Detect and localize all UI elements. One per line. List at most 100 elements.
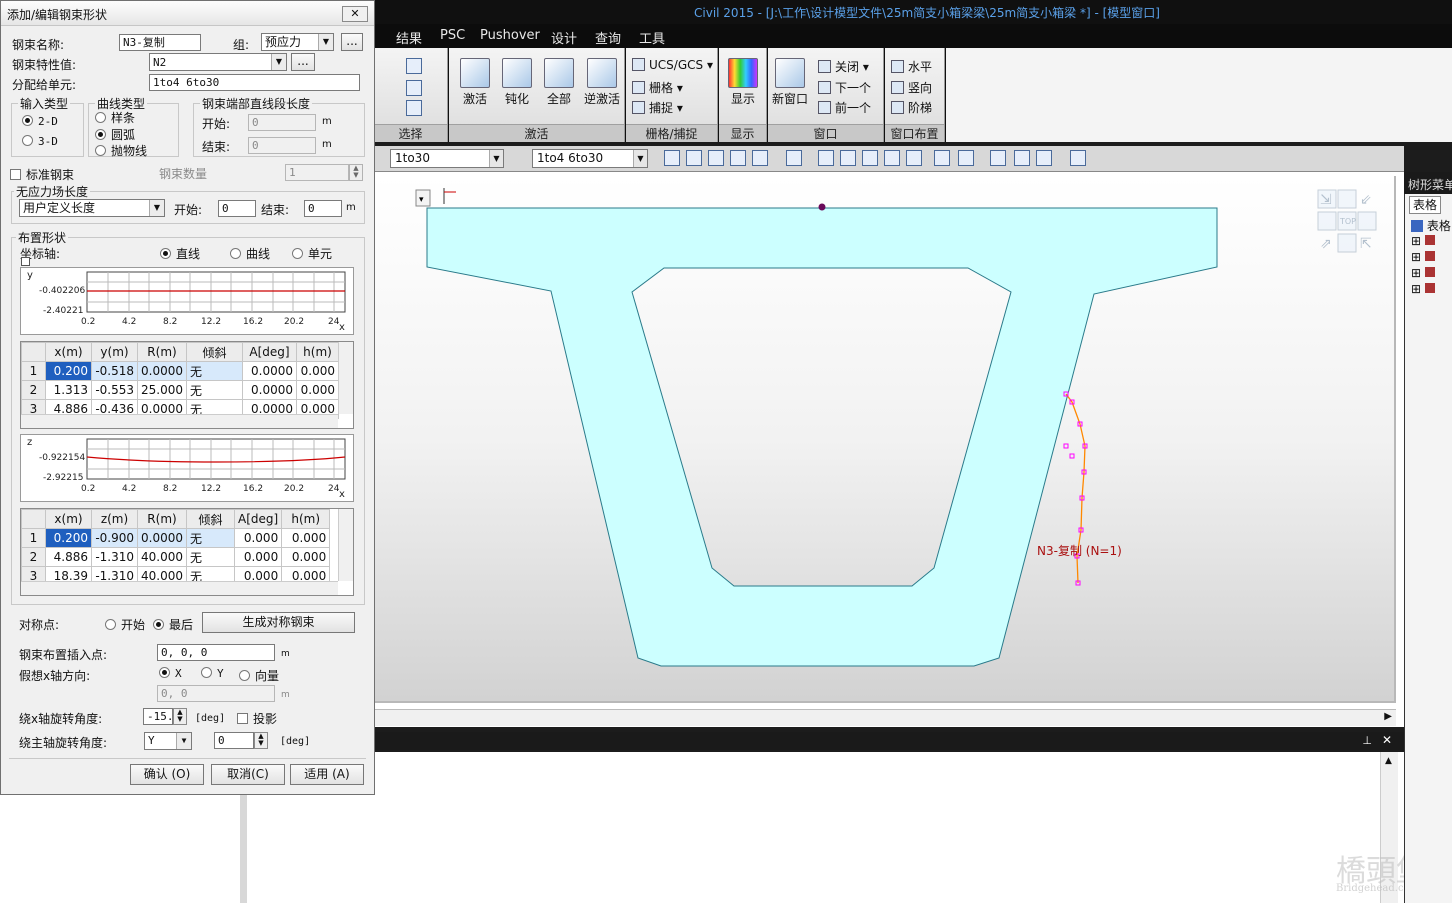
stress-free-start-input[interactable]: 0 xyxy=(218,200,256,217)
input-type-2d-radio[interactable]: 2-D xyxy=(22,115,58,128)
rot-x-input[interactable]: -15.9 xyxy=(143,708,173,725)
close-window-button[interactable]: 关闭 ▾ xyxy=(818,58,869,75)
generate-symmetric-button[interactable]: 生成对称钢束 xyxy=(202,612,355,633)
menu-pushover[interactable]: Pushover xyxy=(480,28,540,43)
dialog-title-bar[interactable]: 添加/编辑钢束形状 xyxy=(1,1,374,26)
rot-main-input[interactable]: 0 xyxy=(214,732,254,749)
table-row[interactable]: 1 0.200 -0.900 0.0000 无 0.000 0.000 xyxy=(21,528,331,548)
model-hscrollbar[interactable]: ▶ xyxy=(374,709,1396,726)
display-button[interactable]: 显示 xyxy=(723,58,763,107)
undo-icon[interactable] xyxy=(990,150,1006,166)
unlock-icon[interactable] xyxy=(1036,150,1052,166)
view-top-icon[interactable] xyxy=(862,150,878,166)
symmetry-start-radio[interactable]: 开始 xyxy=(105,616,145,633)
pin-icon[interactable]: ⊥ xyxy=(1362,734,1372,747)
dialog-close-button[interactable]: ✕ xyxy=(342,6,368,22)
cancel-button[interactable]: 取消(C) xyxy=(211,764,285,785)
zoom-window-icon[interactable] xyxy=(686,150,702,166)
tendon-count-spinner[interactable]: ▲ ▼ xyxy=(349,164,363,181)
table-row[interactable]: 1 0.200 -0.518 0.0000 无 0.0000 0.000 xyxy=(21,361,339,381)
axis-curve-radio[interactable]: 曲线 xyxy=(230,245,270,262)
activate-all-button[interactable]: 全部 xyxy=(539,58,579,107)
view-front-icon[interactable] xyxy=(818,150,834,166)
axis-element-radio[interactable]: 单元 xyxy=(292,245,332,262)
node-number-icon[interactable] xyxy=(934,150,950,166)
dynamic-view-icon[interactable] xyxy=(730,150,746,166)
redraw-icon[interactable] xyxy=(786,150,802,166)
rot-x-spinner[interactable]: ▲ ▼ xyxy=(173,708,187,725)
close-icon[interactable]: ✕ xyxy=(1382,733,1392,747)
z-table-vscrollbar[interactable] xyxy=(338,509,353,581)
view-cube[interactable]: TOP ⇲ ⇙ ⇗ ⇱ xyxy=(1317,189,1377,253)
axis-straight-radio[interactable]: 直线 xyxy=(160,245,200,262)
collapse-icon[interactable] xyxy=(21,257,30,266)
cascade-button[interactable]: 阶梯 xyxy=(891,99,932,116)
select-window-icon[interactable] xyxy=(406,80,422,96)
z-table-hscrollbar[interactable] xyxy=(21,581,338,595)
view-iso-icon[interactable] xyxy=(884,150,900,166)
new-window-button[interactable]: 新窗口 xyxy=(770,58,810,107)
view-side-icon[interactable] xyxy=(840,150,856,166)
projection-checkbox[interactable]: 投影 xyxy=(237,710,277,727)
y-coord-table[interactable]: x(m) y(m) R(m) 倾斜 A[deg] h(m) 1 0.200 -0.518 0.0… xyxy=(20,341,354,429)
standard-tendon-checkbox[interactable]: 标准钢束 xyxy=(10,166,74,183)
table-row[interactable]: 2 1.313 -0.553 25.000 无 0.0000 0.000 xyxy=(21,380,339,400)
tile-horizontal-button[interactable]: 水平 xyxy=(891,58,932,75)
menu-psc[interactable]: PSC xyxy=(440,28,465,43)
inverse-activate-button[interactable]: 逆激活 xyxy=(579,58,625,107)
ok-button[interactable]: 确认 (O) xyxy=(130,764,204,785)
snap-button[interactable]: 捕捉 ▾ xyxy=(632,99,683,116)
group-select[interactable]: 预应力 ▼ xyxy=(261,33,334,51)
tree-node[interactable]: ⊞ xyxy=(1411,234,1435,248)
tendon-name-input[interactable]: N3-复制 xyxy=(119,34,201,51)
menu-tools[interactable]: 工具 xyxy=(639,28,665,47)
grid-button[interactable]: 栅格 ▾ xyxy=(632,79,683,96)
x-dir-vector-input[interactable]: 0, 0 xyxy=(157,685,275,702)
tree-node[interactable]: ⊞ xyxy=(1411,282,1435,296)
ucs-gcs-button[interactable]: UCS/GCS ▾ xyxy=(632,58,713,72)
tendon-property-select[interactable]: N2 ▼ xyxy=(149,53,287,71)
stress-free-mode-select[interactable]: 用户定义长度 ▼ xyxy=(19,199,165,217)
table-row[interactable]: 2 4.886 -1.310 40.000 无 0.000 0.000 xyxy=(21,547,331,567)
deactivate-button[interactable]: 钝化 xyxy=(497,58,537,107)
scroll-up-icon[interactable]: ▲ xyxy=(1385,756,1392,766)
scroll-right-icon[interactable]: ▶ xyxy=(1384,711,1392,722)
rot-main-axis-select[interactable]: Y ▼ xyxy=(144,732,192,750)
tree-root[interactable]: 表格 xyxy=(1411,217,1451,234)
z-coord-table[interactable]: x(m) z(m) R(m) 倾斜 A[deg] h(m) 1 0.200 -0.900 0.0… xyxy=(20,508,354,596)
group-more-button[interactable]: ... xyxy=(341,33,363,51)
rotate-icon[interactable] xyxy=(752,150,768,166)
select-polygon-icon[interactable] xyxy=(406,100,422,116)
tree-tab-tables[interactable]: 表格 xyxy=(1409,196,1442,214)
rot-main-spinner[interactable]: ▲ ▼ xyxy=(254,732,268,749)
prev-window-button[interactable]: 前一个 xyxy=(818,99,871,116)
insert-point-input[interactable]: 0, 0, 0 xyxy=(157,644,275,661)
view-persp-icon[interactable] xyxy=(906,150,922,166)
tendon-count-input[interactable]: 1 xyxy=(285,164,349,181)
menu-results[interactable]: 结果 xyxy=(396,28,422,47)
symmetry-end-radio[interactable]: 最后 xyxy=(153,616,193,633)
y-table-vscrollbar[interactable] xyxy=(338,342,353,414)
curve-arc-radio[interactable]: 圆弧 xyxy=(95,126,135,143)
active-select-combo[interactable]: 1to4 6to30 ▼ xyxy=(532,149,648,168)
menu-query[interactable]: 查询 xyxy=(595,28,621,47)
lock-icon[interactable] xyxy=(1014,150,1030,166)
curve-spline-radio[interactable]: 样条 xyxy=(95,109,135,126)
x-dir-vector-radio[interactable]: 向量 xyxy=(239,667,279,684)
tree-node[interactable]: ⊞ xyxy=(1411,266,1435,280)
x-dir-y-radio[interactable]: Y xyxy=(201,667,224,680)
pan-icon[interactable] xyxy=(708,150,724,166)
end-straight-start-input[interactable]: 0 xyxy=(248,114,316,131)
tendon-property-more-button[interactable]: ... xyxy=(291,53,315,71)
y-table-hscrollbar[interactable] xyxy=(21,414,338,428)
element-select-combo[interactable]: 1to30 ▼ xyxy=(390,149,504,168)
menu-design[interactable]: 设计 xyxy=(551,28,577,47)
select-arrow-icon[interactable] xyxy=(406,58,422,74)
stress-free-end-input[interactable]: 0 xyxy=(304,200,342,217)
tile-vertical-button[interactable]: 竖向 xyxy=(891,79,932,96)
curve-parabola-radio[interactable]: 抛物线 xyxy=(95,142,147,159)
next-window-button[interactable]: 下一个 xyxy=(818,79,871,96)
input-type-3d-radio[interactable]: 3-D xyxy=(22,135,58,148)
tree-node[interactable]: ⊞ xyxy=(1411,250,1435,264)
grid-dots-icon[interactable] xyxy=(1070,150,1086,166)
